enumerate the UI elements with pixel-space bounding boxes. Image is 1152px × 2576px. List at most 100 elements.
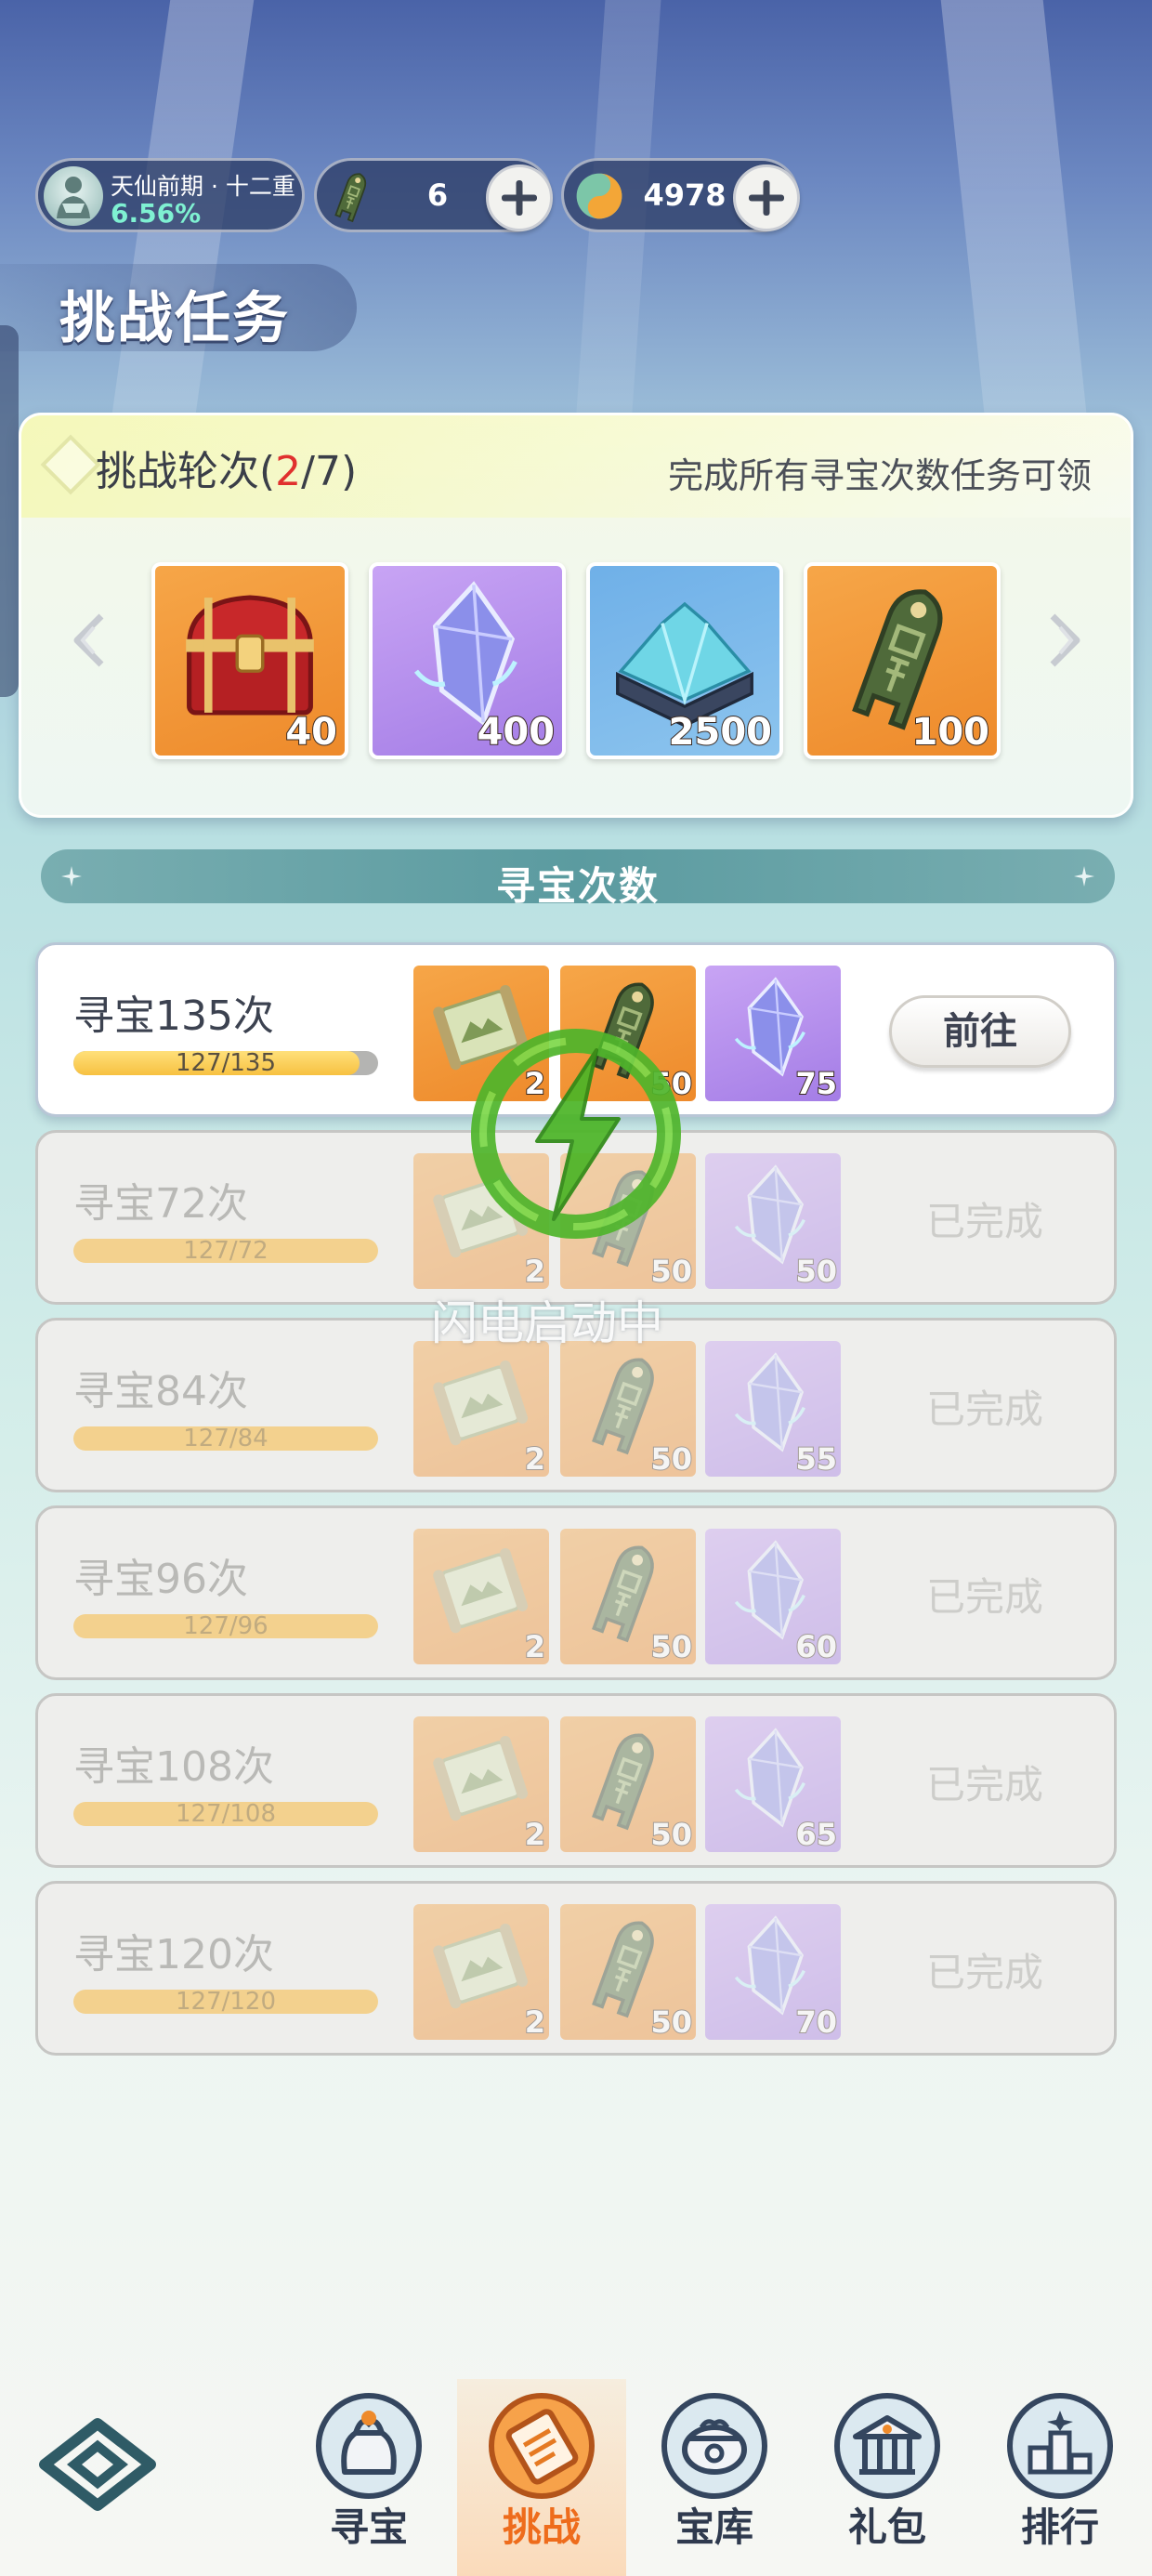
reward-quantity: 2	[524, 1628, 546, 1664]
completed-label: 已完成	[925, 1574, 1043, 1620]
task-reward-scroll[interactable]: 2	[413, 1529, 549, 1664]
reward-quantity: 2	[524, 1816, 546, 1852]
nav-label: 挑战	[502, 2504, 581, 2550]
progress-text: 127/84	[183, 1426, 268, 1451]
section-header: 寻宝次数	[41, 849, 1115, 909]
task-progress-bar: 127/135	[73, 1051, 378, 1075]
task-reward-scroll[interactable]: 2	[413, 1716, 549, 1852]
task-card: 寻宝120次 127/120 2 50 70 已完成	[35, 1881, 1117, 2056]
completed-label: 已完成	[925, 1762, 1043, 1807]
nav-label: 寻宝	[329, 2504, 408, 2550]
bag-icon	[316, 2393, 422, 2499]
round-reward-treasure-chest[interactable]: 40	[151, 562, 348, 759]
coin-counter: 4978	[561, 158, 800, 232]
completed-label: 已完成	[925, 1199, 1043, 1244]
nav-tab-gift[interactable]: 礼包	[818, 2390, 957, 2576]
scroll-icon	[489, 2393, 595, 2499]
coin-count: 4978	[643, 177, 727, 213]
app-logo-icon[interactable]	[37, 2418, 158, 2511]
scroll-icon	[425, 1536, 534, 1646]
diamond-icon	[40, 434, 101, 495]
task-reward-scroll[interactable]: 2	[413, 1341, 549, 1477]
task-card: 寻宝96次 127/96 2 50 60 已完成	[35, 1505, 1117, 1680]
cauldron-icon	[661, 2393, 767, 2499]
reward-quantity: 70	[794, 2004, 838, 2040]
nav-tab-treasure[interactable]: 寻宝	[299, 2390, 439, 2576]
progress-text: 127/108	[175, 1802, 276, 1826]
task-reward-purple-crystal[interactable]: 65	[705, 1716, 841, 1852]
sparkle-icon	[1074, 866, 1094, 887]
task-name: 寻宝84次	[73, 1368, 248, 1415]
round-hint: 完成所有寻宝次数任务可领	[667, 455, 1092, 496]
task-reward-jade-token[interactable]: 50	[560, 1904, 696, 2040]
nav-label: 礼包	[847, 2504, 926, 2550]
scroll-icon	[425, 1912, 534, 2021]
reward-quantity: 50	[794, 1253, 838, 1289]
round-reward-crystal-ore[interactable]: 2500	[586, 562, 783, 759]
task-reward-purple-crystal[interactable]: 75	[705, 966, 841, 1101]
task-reward-scroll[interactable]: 2	[413, 1904, 549, 2040]
coin-icon	[576, 173, 622, 219]
page-title: 挑战任务	[59, 286, 290, 351]
reward-quantity: 2	[524, 2004, 546, 2040]
reward-quantity: 2	[524, 1253, 546, 1289]
reward-quantity: 55	[794, 1440, 838, 1477]
progress-text: 127/135	[175, 1051, 276, 1075]
reward-quantity: 400	[477, 710, 556, 755]
nav-label: 宝库	[674, 2504, 753, 2550]
reward-quantity: 50	[649, 1253, 693, 1289]
task-name: 寻宝135次	[73, 992, 274, 1040]
completed-label: 已完成	[925, 1950, 1043, 1995]
task-reward-jade-token[interactable]: 50	[560, 1716, 696, 1852]
task-name: 寻宝96次	[73, 1556, 248, 1603]
token-counter: 6	[314, 158, 553, 232]
task-card: 寻宝108次 127/108 2 50 65 已完成	[35, 1693, 1117, 1868]
task-name: 寻宝108次	[73, 1743, 274, 1791]
progress-text: 127/96	[183, 1614, 268, 1638]
current-round: 2	[275, 448, 302, 495]
nav-tab-vault[interactable]: 宝库	[645, 2390, 784, 2576]
reward-quantity: 50	[649, 2004, 693, 2040]
task-name: 寻宝72次	[73, 1180, 248, 1228]
ranking-icon	[1007, 2393, 1113, 2499]
go-button[interactable]: 前往	[889, 995, 1071, 1068]
reward-quantity: 75	[794, 1065, 838, 1101]
nav-tab-ranking[interactable]: 排行	[990, 2390, 1130, 2576]
task-progress-bar: 127/72	[73, 1239, 378, 1263]
section-title: 寻宝次数	[495, 863, 660, 909]
add-coin-button[interactable]	[733, 164, 800, 231]
reward-quantity: 60	[794, 1628, 838, 1664]
round-reward-purple-crystal[interactable]: 400	[369, 562, 566, 759]
gift-temple-icon	[834, 2393, 940, 2499]
side-drawer-handle[interactable]	[0, 325, 19, 697]
task-reward-purple-crystal[interactable]: 50	[705, 1153, 841, 1289]
jade-token-icon	[324, 168, 380, 224]
cultivation-rank-badge[interactable]: 天仙前期 · 十二重 6.56%	[35, 158, 305, 232]
reward-quantity: 100	[911, 710, 990, 755]
task-name: 寻宝120次	[73, 1931, 274, 1978]
task-reward-purple-crystal[interactable]: 55	[705, 1341, 841, 1477]
task-reward-jade-token[interactable]: 50	[560, 1529, 696, 1664]
token-count: 6	[426, 177, 449, 213]
nav-tab-challenge[interactable]: 挑战	[472, 2390, 611, 2576]
task-progress-bar: 127/108	[73, 1802, 378, 1826]
rank-name: 天仙前期 · 十二重	[111, 173, 295, 200]
lightning-bolt-icon	[471, 1029, 681, 1239]
chevron-left-icon[interactable]	[68, 611, 111, 670]
task-reward-purple-crystal[interactable]: 60	[705, 1529, 841, 1664]
reward-quantity: 65	[794, 1816, 838, 1852]
round-title: 挑战轮次(2/7)	[96, 448, 358, 495]
reward-quantity: 50	[649, 1816, 693, 1852]
task-progress-bar: 127/96	[73, 1614, 378, 1638]
progress-text: 127/72	[183, 1239, 268, 1263]
task-reward-jade-token[interactable]: 50	[560, 1341, 696, 1477]
completed-label: 已完成	[925, 1387, 1043, 1432]
round-reward-jade-token[interactable]: 100	[804, 562, 1001, 759]
add-token-button[interactable]	[486, 164, 553, 231]
nav-label: 排行	[1020, 2504, 1099, 2550]
challenge-round-panel: 挑战轮次(2/7) 完成所有寻宝次数任务可领 40 400 2500 100	[19, 413, 1133, 818]
task-progress-bar: 127/84	[73, 1426, 378, 1451]
task-reward-purple-crystal[interactable]: 70	[705, 1904, 841, 2040]
chevron-right-icon[interactable]	[1043, 611, 1086, 670]
reward-quantity: 50	[649, 1628, 693, 1664]
